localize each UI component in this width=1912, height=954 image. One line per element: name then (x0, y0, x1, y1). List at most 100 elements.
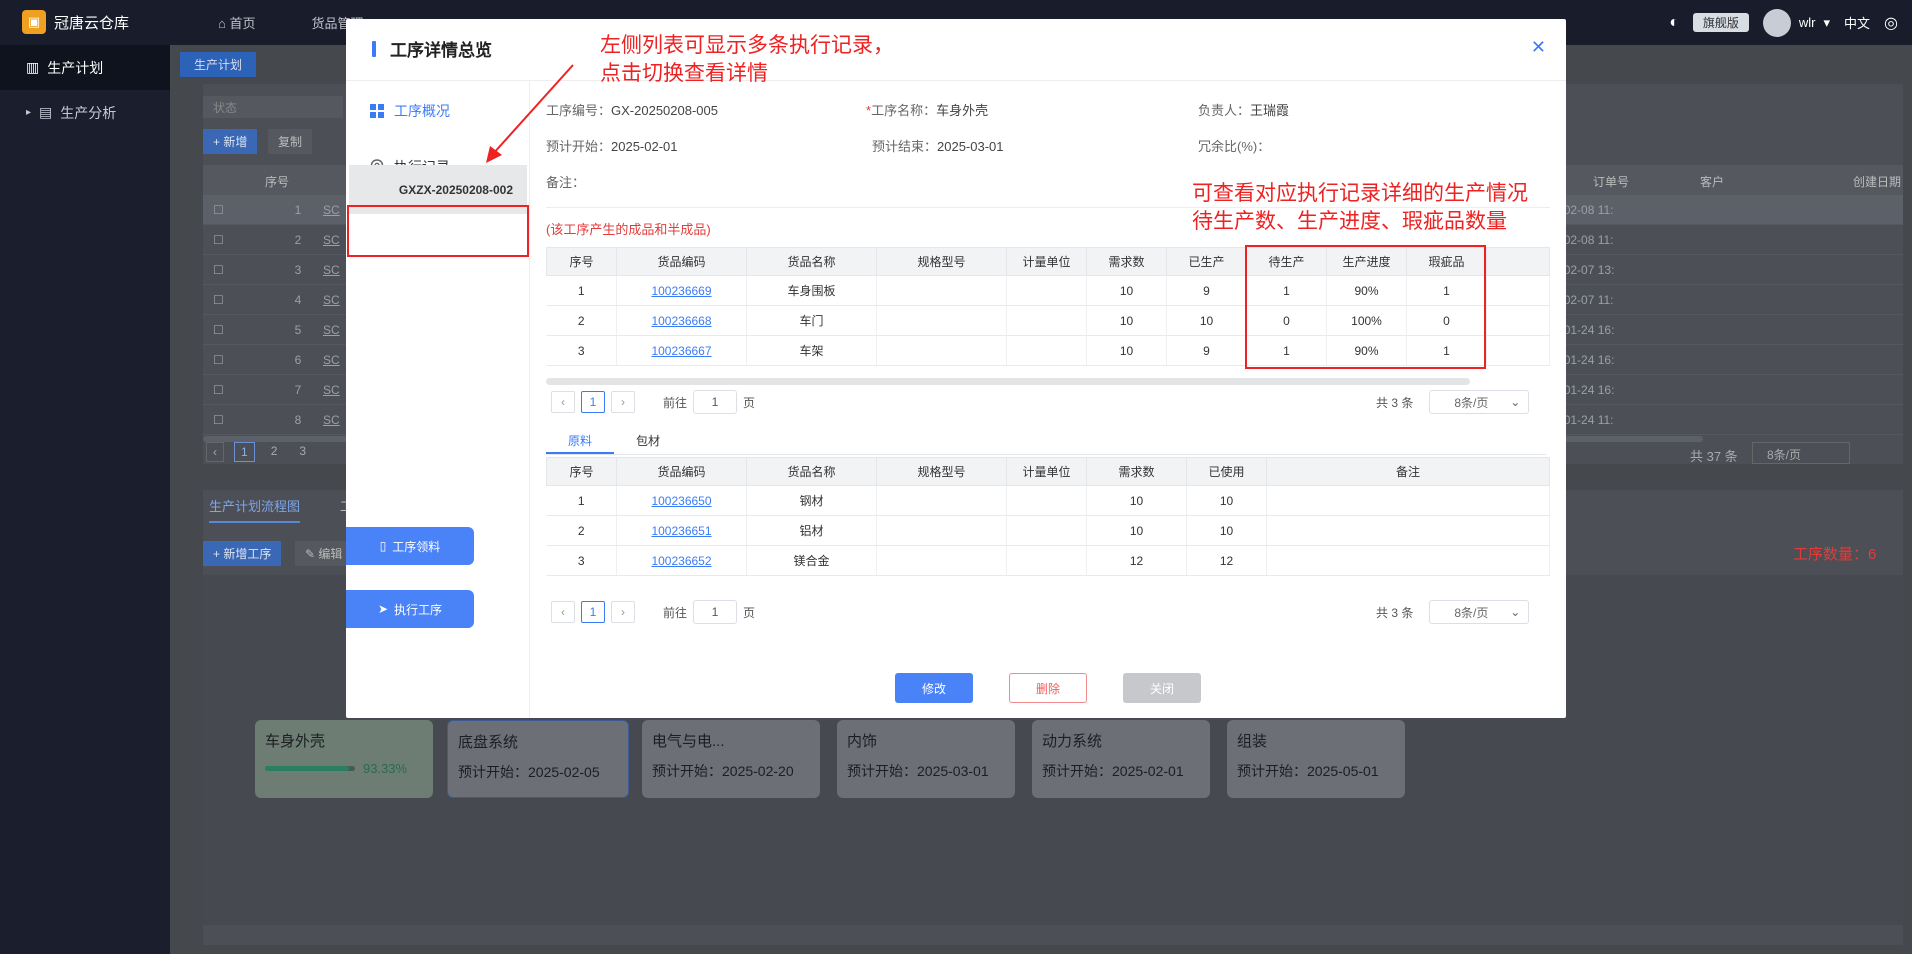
th: 备注 (1266, 457, 1550, 486)
page-button[interactable]: 1 (234, 442, 255, 462)
annotation-text: 左侧列表可显示多条执行记录， (600, 34, 894, 57)
remark-field: 备注： (546, 175, 586, 190)
prev-page-icon[interactable]: ‹ (206, 442, 224, 462)
page-button[interactable]: 1 (581, 601, 605, 623)
th: 规格型号 (876, 457, 1007, 486)
copy-button[interactable]: 复制 (268, 129, 313, 154)
horizontal-scrollbar[interactable] (546, 378, 1470, 385)
close-icon[interactable]: ✕ (1531, 37, 1546, 58)
goto-label: 前往 (663, 395, 688, 410)
prev-page-icon[interactable]: ‹ (551, 391, 575, 413)
goods-code-link[interactable]: 100236667 (651, 344, 711, 358)
page-button[interactable]: 3 (293, 442, 312, 462)
prev-page-icon[interactable]: ‹ (551, 601, 575, 623)
add-button[interactable]: + 新增 (203, 129, 258, 154)
next-page-icon[interactable]: › (611, 391, 635, 413)
process-start: 预计开始：2025-03-01 (847, 763, 989, 779)
avatar (1762, 8, 1791, 37)
nav-home[interactable]: ⌂ 首页 (218, 13, 283, 32)
menu-overview[interactable]: 工序概况 (370, 101, 450, 121)
total-count: 共 3 条 (1376, 395, 1414, 410)
bar-chart-icon: ▥ (26, 59, 40, 75)
goods-code-link[interactable]: 100236669 (651, 284, 711, 298)
process-node[interactable]: 内饰 预计开始：2025-03-01 (837, 720, 1015, 798)
caret-right-icon: ▸ (26, 107, 32, 118)
th: 计量单位 (1006, 457, 1087, 486)
user-menu[interactable]: wlr ▾ (1762, 8, 1831, 37)
th: 需求数 (1086, 247, 1167, 276)
language-switch[interactable]: 中文 (1844, 13, 1870, 32)
table-row: 3 100236652 镁合金 12 12 (546, 545, 1550, 576)
annotation-arrow-icon (486, 64, 574, 163)
sidebar-item-label: 生产计划 (47, 59, 104, 76)
goods-code-link[interactable]: 100236651 (651, 524, 711, 538)
goods-code-link[interactable]: 100236668 (651, 314, 711, 328)
process-node[interactable]: 电气与电... 预计开始：2025-02-20 (642, 720, 820, 798)
tab-packaging[interactable]: 包材 (614, 429, 682, 454)
execute-process-button[interactable]: ➤ 执行工序 (346, 590, 474, 628)
process-name: 底盘系统 (458, 734, 519, 751)
process-node[interactable]: 动力系统 预计开始：2025-02-01 (1032, 720, 1210, 798)
process-node[interactable]: 组装 预计开始：2025-05-01 (1227, 720, 1405, 798)
col-customer: 客户 (1700, 175, 1725, 189)
th: 货品编码 (616, 457, 747, 486)
status-filter[interactable]: 状态 (203, 96, 343, 118)
caret-down-icon: ▾ (1823, 14, 1831, 30)
tab-raw-material[interactable]: 原料 (546, 429, 615, 454)
plan-pagination: ‹ 1 2 3 (206, 442, 312, 462)
process-node[interactable]: 底盘系统预计开始：2025-02-05 (447, 720, 629, 798)
goto-page-input[interactable]: 1 (693, 600, 738, 624)
plan-page-size[interactable]: 8条/页 (1752, 442, 1850, 464)
process-name-field: *工序名称：车身外壳 (866, 103, 989, 118)
th (1486, 247, 1550, 276)
progress-track (265, 766, 355, 771)
page-size-select[interactable]: 8条/页 ⌄ (1429, 390, 1530, 414)
planned-end-field: 预计结束：2025-03-01 (872, 139, 1004, 154)
material-requisition-button[interactable]: ▯ 工序领料 (346, 527, 474, 565)
process-start: 预计开始：2025-02-05 (458, 764, 600, 780)
goto-page-input[interactable]: 1 (693, 390, 738, 414)
owner-field: 负责人：王瑞霞 (1198, 103, 1290, 118)
col-order: 订单号 (1593, 175, 1630, 189)
next-page-icon[interactable]: › (611, 601, 635, 623)
close-button[interactable]: 关闭 (1123, 673, 1201, 703)
output-note: (该工序产生的成品和半成品) (546, 222, 711, 237)
goods-code-link[interactable]: 100236650 (651, 494, 711, 508)
th: 规格型号 (876, 247, 1007, 276)
page-size-select[interactable]: 8条/页 ⌄ (1429, 600, 1530, 624)
process-node[interactable]: 车身外壳 93.33% (255, 720, 433, 798)
goods-code-link[interactable]: 100236652 (651, 554, 711, 568)
document-icon: ▯ (379, 539, 387, 553)
progress-fill (265, 766, 349, 771)
sidebar-item-analysis[interactable]: ▸ ▤ 生产分析 (0, 90, 170, 135)
modify-button[interactable]: 修改 (895, 673, 973, 703)
progress-percent: 93.33% (363, 761, 408, 776)
page-tab[interactable]: 生产计划 (180, 52, 257, 77)
process-name: 车身外壳 (265, 733, 326, 750)
add-process-button[interactable]: + 新增工序 (203, 541, 282, 566)
sidebar-item-label: 生产分析 (60, 104, 117, 121)
document-icon: ▤ (39, 104, 53, 120)
process-name: 电气与电... (652, 733, 725, 750)
chevron-down-icon: ⌄ (1510, 395, 1521, 409)
page-button[interactable]: 1 (581, 391, 605, 413)
edit-button[interactable]: ✎ 编辑 (295, 541, 353, 566)
col-seq: 序号 (265, 175, 290, 189)
page-button[interactable]: 2 (265, 442, 284, 462)
globe-icon[interactable]: ◎ (1884, 13, 1898, 33)
th: 货品编码 (616, 247, 747, 276)
chevron-down-icon: ⌄ (1510, 605, 1521, 619)
process-start: 预计开始：2025-05-01 (1237, 763, 1379, 779)
notification-icon[interactable]: ◐ (1669, 14, 1679, 32)
delete-button[interactable]: 删除 (1009, 673, 1087, 703)
sidebar-item-plan[interactable]: ▥ 生产计划 (0, 45, 170, 90)
app-logo[interactable]: ▣ 冠唐云仓库 (22, 10, 129, 34)
material-table: 序号 货品编码 货品名称 规格型号 计量单位 需求数 已使用 备注 1 10023… (546, 457, 1550, 576)
username: wlr (1798, 15, 1816, 30)
tab-flow[interactable]: 生产计划流程图 (209, 496, 301, 523)
annotation-text: 待生产数、生产进度、瑕疵品数量 (1192, 210, 1507, 233)
output-page-info: 共 3 条 8条/页 ⌄ (1376, 390, 1530, 414)
th: 需求数 (1086, 457, 1187, 486)
annotation-right: 可查看对应执行记录详细的生产情况 待生产数、生产进度、瑕疵品数量 (1192, 180, 1528, 236)
process-name: 动力系统 (1042, 733, 1103, 750)
